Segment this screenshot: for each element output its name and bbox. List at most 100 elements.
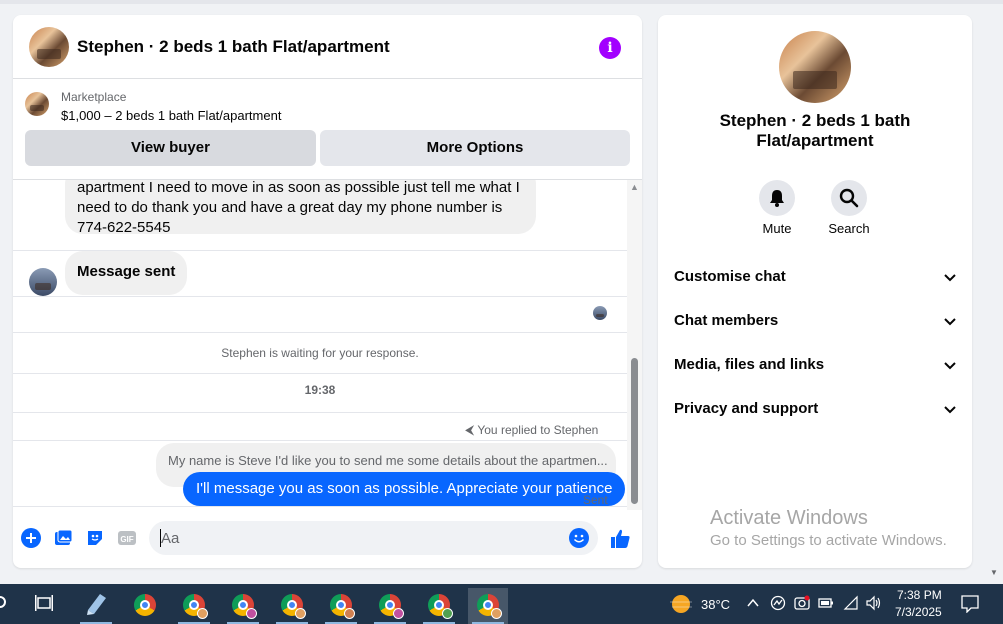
- message-text-line: 774-622-5545: [77, 219, 171, 236]
- divider: [13, 440, 627, 441]
- profile-avatar[interactable]: [779, 31, 851, 103]
- listing-title[interactable]: $1,000 – 2 beds 1 bath Flat/apartment: [61, 108, 281, 123]
- emoji-icon[interactable]: [569, 528, 589, 548]
- chrome-icon: [232, 594, 257, 619]
- taskbar-app-chrome-active[interactable]: [468, 588, 508, 624]
- divider: [13, 373, 627, 374]
- search-icon: [839, 188, 859, 208]
- contact-avatar[interactable]: [29, 27, 69, 67]
- chat-panel: Stephen · 2 beds 1 bath Flat/apartment i…: [13, 15, 642, 568]
- chrome-icon: [134, 594, 156, 616]
- like-icon[interactable]: [609, 527, 631, 549]
- profile-name: Stephen · 2 beds 1 bath Flat/apartment: [719, 111, 911, 150]
- scroll-thumb[interactable]: [631, 358, 638, 504]
- notepad-icon: [87, 594, 106, 615]
- gif-icon[interactable]: GIF: [117, 528, 137, 548]
- search-label: Search: [828, 221, 870, 236]
- chrome-icon: [379, 594, 404, 619]
- info-icon[interactable]: i: [599, 37, 621, 59]
- view-buyer-button[interactable]: View buyer: [25, 130, 316, 166]
- plus-icon[interactable]: [21, 528, 41, 548]
- clock-time[interactable]: 7:38 PM: [897, 588, 942, 602]
- menu-label: Customise chat: [674, 268, 786, 285]
- image-icon[interactable]: [53, 528, 73, 548]
- taskbar-app-chrome-profile[interactable]: [174, 588, 214, 624]
- camera-alert-icon[interactable]: [794, 595, 810, 611]
- menu-privacy-support[interactable]: Privacy and support: [674, 397, 958, 421]
- temperature[interactable]: 38°C: [701, 597, 730, 612]
- waiting-notice: Stephen is waiting for your response.: [221, 346, 419, 360]
- chrome-icon: [183, 594, 208, 619]
- battery-icon[interactable]: [818, 597, 834, 609]
- message-placeholder: Aa: [161, 530, 180, 547]
- taskbar-app-chrome-profile[interactable]: [223, 588, 263, 624]
- scroll-up-arrow[interactable]: ▲: [630, 182, 639, 192]
- divider: [13, 412, 627, 413]
- reply-icon: ⮜: [465, 422, 475, 437]
- taskbar-app-chrome-profile[interactable]: [272, 588, 312, 624]
- weather-icon[interactable]: [668, 593, 694, 615]
- message-sent-bubble[interactable]: Message sent: [65, 251, 188, 295]
- chat-title[interactable]: Stephen · 2 beds 1 bath Flat/apartment: [77, 37, 390, 57]
- message-list: apartment I need to move in as soon as p…: [13, 180, 627, 510]
- clock-date[interactable]: 7/3/2025: [895, 605, 942, 619]
- window-top-strip: [0, 0, 1003, 4]
- taskbar-app-chrome-profile[interactable]: [370, 588, 410, 624]
- divider: [13, 296, 627, 297]
- scrollbar[interactable]: ▲ ▼: [627, 180, 642, 510]
- scroll-down-arrow[interactable]: ▼: [630, 496, 639, 506]
- chevron-down-icon: [944, 362, 956, 370]
- timestamp: 19:38: [304, 383, 336, 397]
- taskbar-app-chrome-profile[interactable]: [419, 588, 459, 624]
- chrome-icon: [477, 594, 502, 619]
- menu-chat-members[interactable]: Chat members: [674, 309, 958, 333]
- mute-button[interactable]: [759, 180, 795, 216]
- taskbar-app-notes[interactable]: [76, 588, 116, 624]
- sent-status: Sent: [583, 493, 608, 507]
- chevron-up-icon[interactable]: [747, 598, 759, 608]
- menu-label: Media, files and links: [674, 356, 825, 373]
- listing-thumbnail[interactable]: [25, 92, 49, 116]
- taskbar: 38°C 7:38 PM 7/3/2025: [0, 584, 1003, 624]
- marketplace-bar: Marketplace $1,000 – 2 beds 1 bath Flat/…: [13, 80, 642, 180]
- search-icon[interactable]: [0, 596, 6, 608]
- incoming-message[interactable]: apartment I need to move in as soon as p…: [65, 180, 536, 236]
- svg-text:GIF: GIF: [120, 535, 133, 544]
- message-text-line: apartment I need to move in as soon as p…: [77, 180, 520, 196]
- bell-icon: [770, 190, 784, 207]
- menu-media-files-links[interactable]: Media, files and links: [674, 353, 958, 377]
- sticker-icon[interactable]: [85, 528, 105, 548]
- chevron-down-icon: [944, 318, 956, 326]
- page-scroll-down-arrow[interactable]: ▼: [990, 568, 998, 577]
- replied-text: You replied to Stephen: [477, 423, 599, 437]
- chevron-down-icon: [944, 274, 956, 282]
- chrome-icon: [330, 594, 355, 619]
- network-activity-icon[interactable]: [770, 595, 786, 611]
- conversation-info-panel: Stephen · 2 beds 1 bath Flat/apartment M…: [658, 15, 972, 568]
- divider: [13, 506, 627, 507]
- message-input[interactable]: Aa: [149, 521, 598, 555]
- more-options-button[interactable]: More Options: [320, 130, 630, 166]
- volume-icon[interactable]: [865, 595, 883, 611]
- sender-avatar[interactable]: [29, 268, 57, 296]
- notification-icon[interactable]: [961, 595, 979, 613]
- search-button[interactable]: [831, 180, 867, 216]
- marketplace-label: Marketplace: [61, 90, 127, 104]
- chrome-icon: [281, 594, 306, 619]
- wifi-icon[interactable]: [843, 595, 859, 611]
- chevron-down-icon: [944, 406, 956, 414]
- taskbar-app-chrome[interactable]: [125, 588, 165, 624]
- read-receipt-avatar: [593, 306, 607, 320]
- divider: [13, 332, 627, 333]
- replied-notice: ⮜ You replied to Stephen: [465, 422, 598, 438]
- taskbar-app-chrome-profile[interactable]: [321, 588, 361, 624]
- activate-windows-title: Activate Windows: [710, 507, 868, 529]
- task-view-icon[interactable]: [35, 595, 53, 611]
- outgoing-message[interactable]: I'll message you as soon as possible. Ap…: [183, 472, 626, 506]
- menu-customise-chat[interactable]: Customise chat: [674, 265, 958, 289]
- chat-header: Stephen · 2 beds 1 bath Flat/apartment i: [13, 15, 642, 79]
- menu-label: Chat members: [674, 312, 779, 329]
- activate-windows-subtitle: Go to Settings to activate Windows.: [710, 532, 947, 549]
- menu-label: Privacy and support: [674, 400, 819, 417]
- mute-label: Mute: [762, 221, 792, 236]
